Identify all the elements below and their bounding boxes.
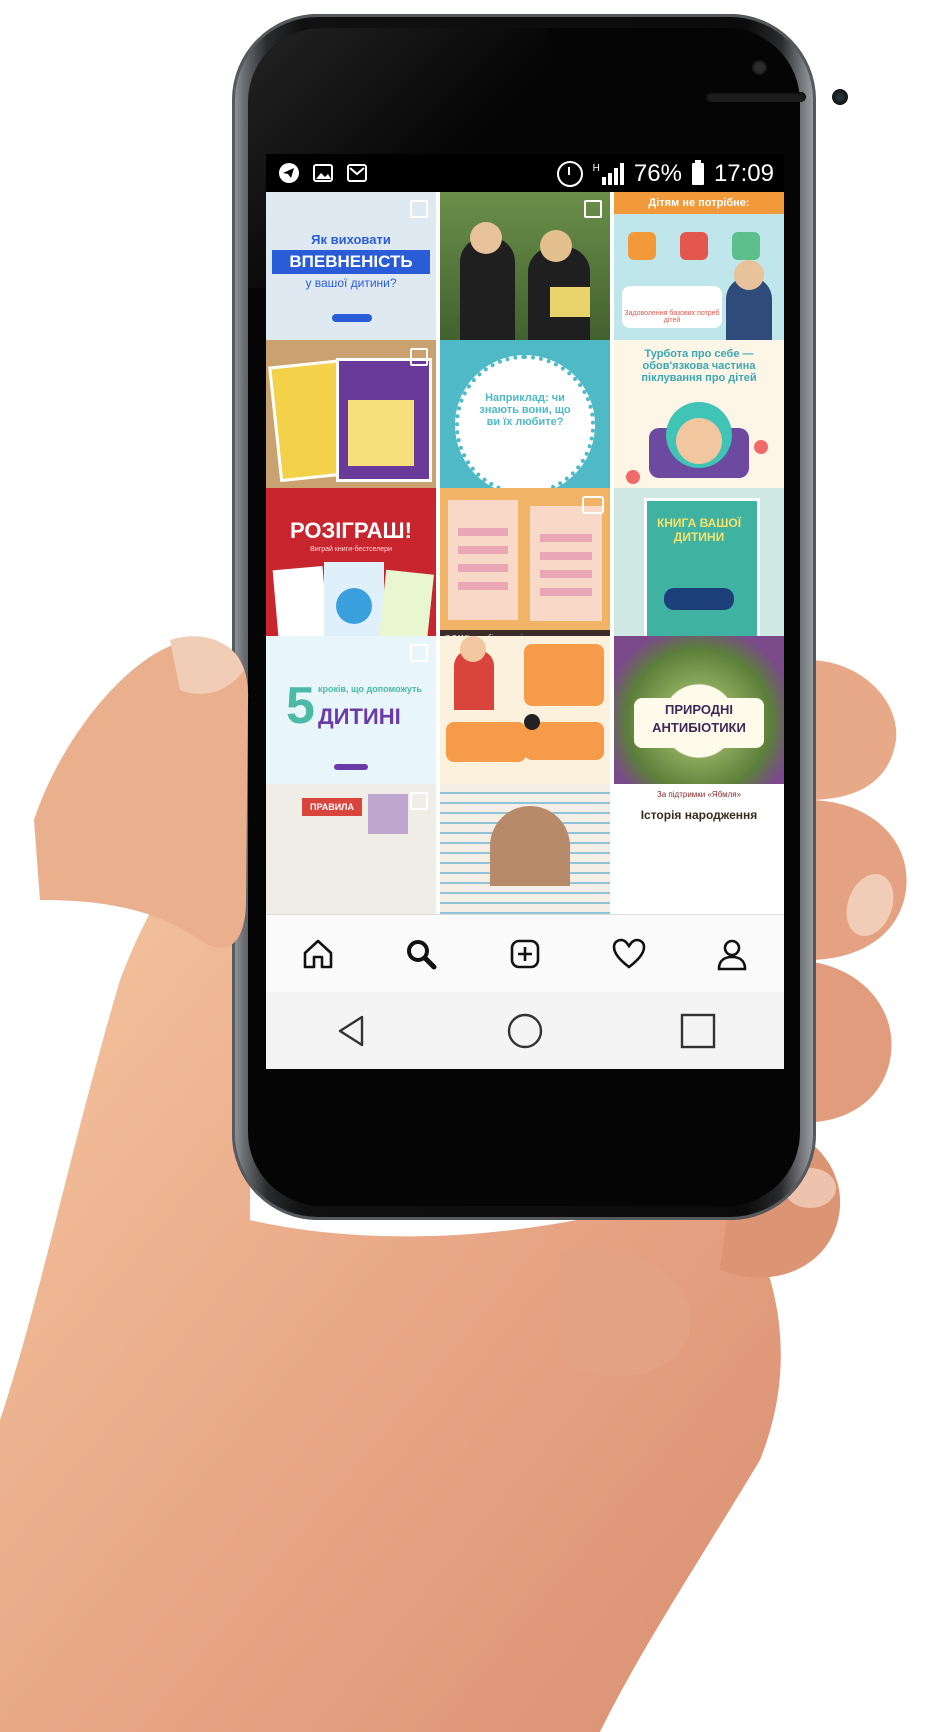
carousel-icon (410, 792, 428, 810)
post-tile[interactable]: Наприклад: чи знають вони, що ви їх люби… (440, 340, 610, 510)
brand-logo (334, 764, 368, 770)
post-text: Як виховати (311, 232, 391, 247)
post-tile[interactable]: Як виховати ВПЕВНЕНІСТЬ у вашої дитини? (266, 192, 436, 362)
post-text: Виграй книги-бестселери (310, 546, 392, 553)
back-icon[interactable] (330, 1009, 374, 1053)
post-text: у вашої дитини? (305, 276, 397, 290)
post-tile[interactable] (440, 784, 610, 914)
home-icon[interactable] (296, 932, 340, 976)
clock: 17:09 (713, 160, 774, 187)
bottom-navigation (266, 914, 784, 993)
profile-icon[interactable] (710, 932, 754, 976)
post-text: Наприклад: чи знають вони, що ви їх люби… (479, 392, 571, 428)
video-icon (582, 496, 604, 514)
post-tile[interactable]: Дітям не потрібне: Задоволення базових п… (614, 192, 784, 362)
post-text: ПРАВИЛА (302, 798, 362, 816)
carousel-icon (410, 348, 428, 366)
post-text: Турбота про себе — обов'язкова частина п… (641, 348, 757, 384)
post-tile[interactable]: ПРАВИЛА (266, 784, 436, 914)
post-text: ПРИРОДНІ (664, 702, 734, 717)
mail-icon (346, 162, 368, 184)
post-tile[interactable]: Я САМ! — набір плакатів для навчання нав… (440, 488, 610, 658)
post-tile[interactable]: ПРИРОДНІ АНТИБІОТИКИ (614, 636, 784, 806)
telegram-icon (278, 162, 300, 184)
post-tile[interactable]: 5 кроків, що допоможуть ДИТИНІ (266, 636, 436, 806)
post-text: За підтримки «Ябмля» (656, 790, 742, 799)
post-tile[interactable] (266, 340, 436, 510)
earpiece-speaker (706, 92, 806, 102)
gallery-icon (312, 162, 334, 184)
system-navigation-bar (266, 992, 784, 1069)
carousel-icon (584, 200, 602, 218)
post-text: кроків, що допоможуть (318, 684, 422, 694)
post-text: АНТИБІОТИКИ (652, 720, 746, 735)
front-camera (832, 89, 848, 105)
phone-screen: H 76% 17:09 Як виховати ВПЕВНЕНІСТЬ у ва… (266, 154, 784, 1069)
heart-icon[interactable] (607, 932, 651, 976)
post-tile[interactable]: КНИГА ВАШОЇ ДИТИНИ (614, 488, 784, 658)
post-tile[interactable]: Турбота про себе — обов'язкова частина п… (614, 340, 784, 510)
carousel-icon (410, 200, 428, 218)
battery-percent: 76% (633, 160, 682, 187)
new-post-icon[interactable] (503, 932, 547, 976)
carousel-icon (410, 644, 428, 662)
alarm-icon (556, 161, 583, 187)
post-tile[interactable]: За підтримки «Ябмля» Історія народження (614, 784, 784, 914)
recent-apps-icon[interactable] (676, 1009, 720, 1053)
post-tile[interactable] (440, 192, 610, 362)
post-text: 5 (286, 677, 315, 735)
post-text: Дітям не потрібне: (614, 192, 784, 214)
post-text: ДИТИНІ (318, 704, 401, 729)
post-text: КНИГА ВАШОЇ ДИТИНИ (656, 516, 742, 544)
post-tile[interactable]: РОЗІГРАШ! Виграй книги-бестселери (266, 488, 436, 658)
brand-logo (332, 314, 372, 322)
search-icon[interactable] (399, 932, 443, 976)
post-text: ВПЕВНЕНІСТЬ (272, 250, 430, 274)
home-button-icon[interactable] (503, 1009, 547, 1053)
post-text: РОЗІГРАШ! (290, 518, 412, 543)
post-tile[interactable] (440, 636, 610, 806)
post-text: Історія народження (640, 808, 758, 822)
post-text: Задоволення базових потреб дітей (622, 286, 722, 328)
proximity-sensor (754, 62, 765, 73)
signal-icon: H (593, 163, 624, 185)
battery-icon (691, 160, 704, 185)
status-bar: H 76% 17:09 (266, 154, 784, 192)
